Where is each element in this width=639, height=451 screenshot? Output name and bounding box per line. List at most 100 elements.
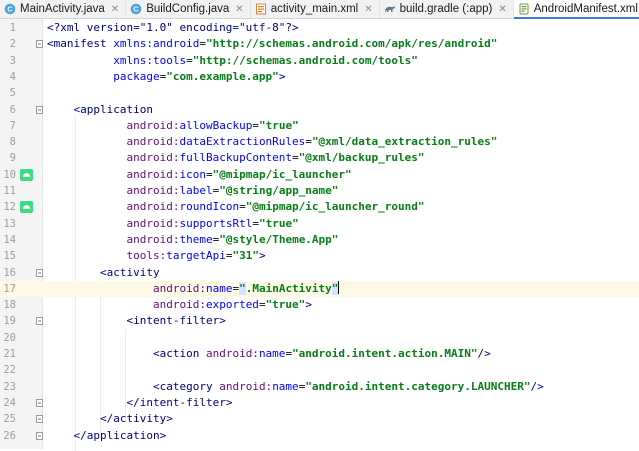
tag-action: <action — [152, 347, 200, 360]
line-number: 18 — [3, 299, 16, 312]
attribute: fullBackupContent — [179, 151, 293, 165]
attribute-namespace: android: — [126, 118, 180, 132]
line-number: 15 — [3, 250, 16, 263]
line-number: 2 — [9, 38, 16, 51]
tab-label: MainActivity.java — [20, 3, 105, 15]
attribute-value: "true" — [265, 298, 306, 312]
code-text: android:dataExtractionRules="@xml/data_e… — [126, 135, 498, 149]
line-number: 17 — [3, 282, 16, 295]
line-number: 10 — [3, 168, 16, 181]
java-class-icon: C — [130, 3, 142, 15]
launcher-icon[interactable] — [20, 201, 33, 214]
code-line-15[interactable]: 15 tools:targetApi="31"> — [0, 248, 639, 264]
code-line-22[interactable]: 22 — [0, 362, 639, 378]
code-line-8[interactable]: 8 android:dataExtractionRules="@xml/data… — [0, 134, 639, 150]
code-line-16[interactable]: 16 <activity — [0, 265, 639, 281]
tab-mainactivity-java[interactable]: C MainActivity.java ✕ — [0, 0, 127, 18]
code-line-1[interactable]: 1 <?xml version="1.0" encoding="utf-8"?> — [0, 20, 639, 36]
fold-minus-icon[interactable] — [36, 40, 43, 49]
fold-minus-icon[interactable] — [36, 268, 43, 277]
attribute: exported — [205, 298, 259, 312]
code-line-24[interactable]: 24 </intent-filter> — [0, 395, 639, 411]
tag-bracket: > — [258, 249, 266, 263]
java-class-icon: C — [4, 3, 16, 15]
fold-minus-icon[interactable] — [36, 105, 43, 114]
launcher-icon[interactable] — [20, 168, 33, 181]
attribute: label — [179, 184, 213, 197]
code-text: </activity> — [47, 411, 173, 427]
code-line-9[interactable]: 9 android:fullBackupContent="@xml/backup… — [0, 150, 639, 166]
code-line-19[interactable]: 19 <intent-filter> — [0, 313, 639, 329]
tag-intent-filter: <intent-filter> — [126, 314, 226, 328]
xml-prolog: <?xml version="1.0" encoding="utf-8"?> — [47, 21, 299, 34]
close-icon[interactable]: ✕ — [111, 4, 119, 15]
code-text: <application — [47, 102, 153, 118]
code-line-4[interactable]: 4 package="com.example.app"> — [0, 69, 639, 85]
attribute: xmlns:android — [113, 37, 200, 51]
attribute-namespace: android: — [126, 184, 180, 197]
code-text: </intent-filter> — [47, 395, 232, 411]
code-line-7[interactable]: 7 android:allowBackup="true" — [0, 118, 639, 134]
code-text: </application> — [47, 428, 167, 444]
fold-end-icon[interactable] — [36, 398, 43, 407]
attribute: theme — [179, 232, 213, 246]
tag-category: <category — [152, 379, 213, 393]
tab-buildconfig-java[interactable]: C BuildConfig.java ✕ — [126, 0, 251, 18]
code-line-6[interactable]: 6 <application — [0, 102, 639, 118]
close-icon[interactable]: ✕ — [235, 4, 243, 15]
tab-androidmanifest-xml[interactable]: AndroidManifest.xml ✕ — [513, 0, 639, 19]
fold-end-icon[interactable] — [36, 415, 43, 424]
manifest-icon — [518, 3, 530, 15]
tab-activity-main-xml[interactable]: activity_main.xml ✕ — [251, 0, 380, 18]
attribute-namespace: android: — [126, 216, 180, 230]
tab-build-gradle[interactable]: build.gradle (:app) ✕ — [380, 0, 514, 18]
code-line-11[interactable]: 11 android:label="@string/app_name" — [0, 183, 639, 199]
tag-intent-filter-close: </intent-filter> — [126, 395, 233, 409]
code-line-20[interactable]: 20 — [0, 330, 639, 346]
attribute-value: "http://schemas.android.com/apk/res/andr… — [205, 37, 498, 51]
tag-application: <application — [73, 102, 153, 116]
code-line-18[interactable]: 18 android:exported="true"> — [0, 297, 639, 313]
code-text: android:roundIcon="@mipmap/ic_launcher_r… — [126, 200, 425, 214]
attribute-namespace: android: — [126, 200, 180, 214]
tab-label: build.gradle (:app) — [399, 3, 493, 15]
code-line-12[interactable]: 12 android:roundIcon="@mipmap/ic_launche… — [0, 199, 639, 215]
line-number: 20 — [3, 331, 16, 344]
close-icon[interactable]: ✕ — [364, 4, 372, 15]
quote-match: " — [239, 281, 246, 295]
code-line-13[interactable]: 13 android:supportsRtl="true" — [0, 216, 639, 232]
code-text: android:allowBackup="true" — [126, 118, 299, 132]
code-line-26[interactable]: 26 </application> — [0, 428, 639, 444]
code-line-17[interactable]: 17 android:name=".MainActivity" — [0, 280, 639, 298]
attribute-namespace: android: — [205, 347, 259, 360]
tag-activity: <activity — [99, 265, 160, 279]
fold-minus-icon[interactable] — [36, 317, 43, 326]
code-line-5[interactable]: 5 — [0, 85, 639, 101]
line-number: 1 — [9, 22, 16, 34]
attribute-value: "@style/Theme.App" — [219, 232, 339, 246]
line-number: 16 — [3, 266, 16, 279]
code-editor[interactable]: 1 <?xml version="1.0" encoding="utf-8"?>… — [0, 19, 639, 451]
attribute: roundIcon — [179, 200, 240, 214]
code-line-25[interactable]: 25 </activity> — [0, 411, 639, 427]
attribute-value: "com.example.app" — [166, 69, 279, 83]
code-text: android:label="@string/app_name" — [126, 184, 339, 197]
tag-bracket: > — [305, 298, 312, 312]
attribute-namespace: android: — [126, 151, 180, 165]
code-line-2[interactable]: 2 <manifest xmlns:android="http://schema… — [0, 36, 639, 52]
tag-application-close: </application> — [73, 428, 167, 442]
fold-end-icon[interactable] — [36, 431, 43, 440]
code-text: android:exported="true"> — [152, 298, 312, 312]
attribute-namespace: android: — [152, 298, 206, 312]
code-line-10[interactable]: 10 android:icon="@mipmap/ic_launcher" — [0, 167, 639, 183]
code-line-21[interactable]: 21 <action android:name="android.intent.… — [0, 346, 639, 362]
code-line-3[interactable]: 3 xmlns:tools="http://schemas.android.co… — [0, 53, 639, 69]
attribute-value: "android.intent.action.MAIN" — [292, 347, 478, 360]
close-icon[interactable]: ✕ — [498, 4, 506, 15]
attribute: targetApi — [166, 249, 226, 263]
line-number: 12 — [3, 201, 16, 214]
code-line-14[interactable]: 14 android:theme="@style/Theme.App" — [0, 232, 639, 248]
line-number: 23 — [3, 380, 16, 393]
code-line-23[interactable]: 23 <category android:name="android.inten… — [0, 379, 639, 395]
attribute-namespace: android: — [126, 135, 180, 149]
